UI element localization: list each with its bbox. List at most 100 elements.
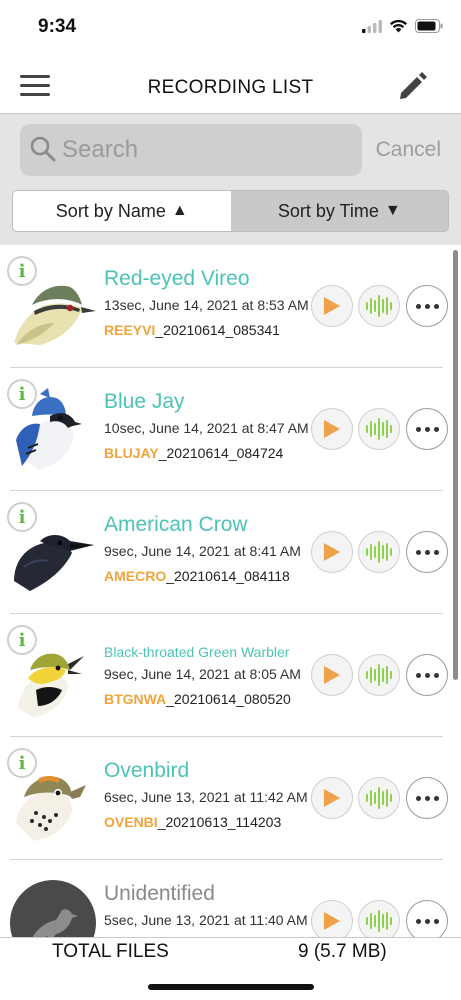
bird-name: Blue Jay	[104, 390, 185, 413]
species-code: AMECRO	[104, 568, 167, 584]
play-button[interactable]	[311, 408, 353, 450]
more-options-button[interactable]	[406, 654, 448, 696]
unidentified-bird-icon	[10, 880, 96, 937]
recording-meta: 10sec, June 14, 2021 at 8:47 AM	[104, 420, 309, 436]
more-options-button[interactable]	[406, 531, 448, 573]
list-item[interactable]: i American Crow 9sec, June 14, 2021 at 8…	[0, 491, 461, 614]
info-icon[interactable]: i	[7, 502, 37, 532]
more-dots-icon	[415, 918, 439, 924]
more-dots-icon	[415, 672, 439, 678]
file-name: OVENBI_20210613_114203	[104, 814, 281, 830]
file-suffix: _20210614_085341	[155, 322, 280, 338]
sort-by-name-label: Sort by Name	[55, 200, 166, 221]
species-code: BTGNWA	[104, 691, 167, 707]
recording-meta: 13sec, June 14, 2021 at 8:53 AM	[104, 297, 309, 313]
more-options-button[interactable]	[406, 900, 448, 937]
total-files-label: TOTAL FILES	[52, 941, 169, 962]
search-box[interactable]	[20, 124, 362, 176]
sort-by-time-button[interactable]: Sort by Time ▼	[231, 191, 449, 231]
play-icon	[324, 912, 340, 930]
species-code: REEYVI	[104, 322, 156, 338]
info-icon[interactable]: i	[7, 379, 37, 409]
waveform-icon	[366, 787, 392, 809]
play-button[interactable]	[311, 777, 353, 819]
recording-meta: 9sec, June 14, 2021 at 8:41 AM	[104, 543, 301, 559]
recording-list: i Red-eyed Vireo 13sec, June 14, 2021 at…	[0, 245, 461, 937]
list-item[interactable]: i Blue Jay 10sec, June 14, 2021 at 8:47 …	[0, 368, 461, 491]
species-code: BLUJAY	[104, 445, 159, 461]
bird-name: Unidentified	[104, 882, 215, 905]
search-area: Cancel Sort by Name ▲ Sort by Time ▼	[0, 114, 461, 245]
species-code: OVENBI	[104, 814, 158, 830]
info-icon[interactable]: i	[7, 256, 37, 286]
wifi-icon	[390, 19, 407, 33]
file-suffix: _20210614_080520	[166, 691, 291, 707]
spectrogram-button[interactable]	[358, 531, 400, 573]
list-item[interactable]: i Ovenbird 6sec, June 13, 2021 at 11:42 …	[0, 737, 461, 860]
play-icon	[324, 297, 340, 315]
spectrogram-button[interactable]	[358, 900, 400, 937]
play-button[interactable]	[311, 531, 353, 573]
sort-descending-icon: ▼	[384, 202, 401, 219]
battery-icon	[415, 19, 443, 33]
bird-name: Black-throated Green Warbler	[104, 644, 290, 660]
sort-ascending-icon: ▲	[171, 202, 188, 219]
list-item[interactable]: i Black-throated Green Warbler 9sec, Jun…	[0, 614, 461, 737]
search-icon	[30, 136, 56, 162]
recording-meta: 5sec, June 13, 2021 at 11:40 AM	[104, 912, 308, 928]
navigation-bar: RECORDING LIST	[0, 56, 461, 114]
more-options-button[interactable]	[406, 777, 448, 819]
status-icons	[362, 19, 443, 33]
bird-name: Red-eyed Vireo	[104, 267, 250, 290]
cellular-signal-icon	[362, 19, 382, 33]
list-item[interactable]: Unidentified 5sec, June 13, 2021 at 11:4…	[0, 860, 461, 937]
sort-by-name-button[interactable]: Sort by Name ▲	[13, 191, 231, 231]
spectrogram-button[interactable]	[358, 654, 400, 696]
search-input[interactable]	[62, 132, 352, 168]
more-options-button[interactable]	[406, 408, 448, 450]
sort-by-time-label: Sort by Time	[277, 200, 379, 221]
recording-meta: 6sec, June 13, 2021 at 11:42 AM	[104, 789, 308, 805]
list-item[interactable]: i Red-eyed Vireo 13sec, June 14, 2021 at…	[0, 245, 461, 368]
info-icon[interactable]: i	[7, 748, 37, 778]
more-dots-icon	[415, 426, 439, 432]
play-icon	[324, 543, 340, 561]
file-name: BLUJAY_20210614_084724	[104, 445, 283, 461]
home-indicator[interactable]	[148, 984, 314, 990]
more-dots-icon	[415, 549, 439, 555]
cancel-button[interactable]: Cancel	[376, 138, 441, 162]
file-suffix: _20210614_084724	[158, 445, 284, 461]
footer: TOTAL FILES 9 (5.7 MB)	[0, 937, 461, 1000]
file-suffix: _20210614_084118	[166, 568, 290, 584]
spectrogram-button[interactable]	[358, 408, 400, 450]
file-name: AMECRO_20210614_084118	[104, 568, 290, 584]
more-dots-icon	[415, 303, 439, 309]
more-options-button[interactable]	[406, 285, 448, 327]
play-button[interactable]	[311, 900, 353, 937]
waveform-icon	[366, 418, 392, 440]
info-icon[interactable]: i	[7, 625, 37, 655]
bird-name: Ovenbird	[104, 759, 190, 782]
waveform-icon	[366, 295, 392, 317]
play-button[interactable]	[311, 654, 353, 696]
bird-name: American Crow	[104, 513, 248, 536]
status-bar: 9:34	[0, 0, 461, 56]
play-icon	[324, 420, 340, 438]
waveform-icon	[366, 910, 392, 932]
sort-segmented-control: Sort by Name ▲ Sort by Time ▼	[12, 190, 449, 232]
waveform-icon	[366, 541, 392, 563]
waveform-icon	[366, 664, 392, 686]
file-name: REEYVI_20210614_085341	[104, 322, 280, 338]
play-icon	[324, 789, 340, 807]
list-scrollbar[interactable]	[453, 250, 458, 680]
file-name: BTGNWA_20210614_080520	[104, 691, 291, 707]
spectrogram-button[interactable]	[358, 285, 400, 327]
status-time: 9:34	[38, 16, 77, 37]
file-suffix: _20210613_114203	[157, 814, 282, 830]
play-icon	[324, 666, 340, 684]
edit-pencil-icon[interactable]	[395, 69, 429, 103]
play-button[interactable]	[311, 285, 353, 327]
recording-meta: 9sec, June 14, 2021 at 8:05 AM	[104, 666, 301, 682]
more-dots-icon	[415, 795, 439, 801]
spectrogram-button[interactable]	[358, 777, 400, 819]
